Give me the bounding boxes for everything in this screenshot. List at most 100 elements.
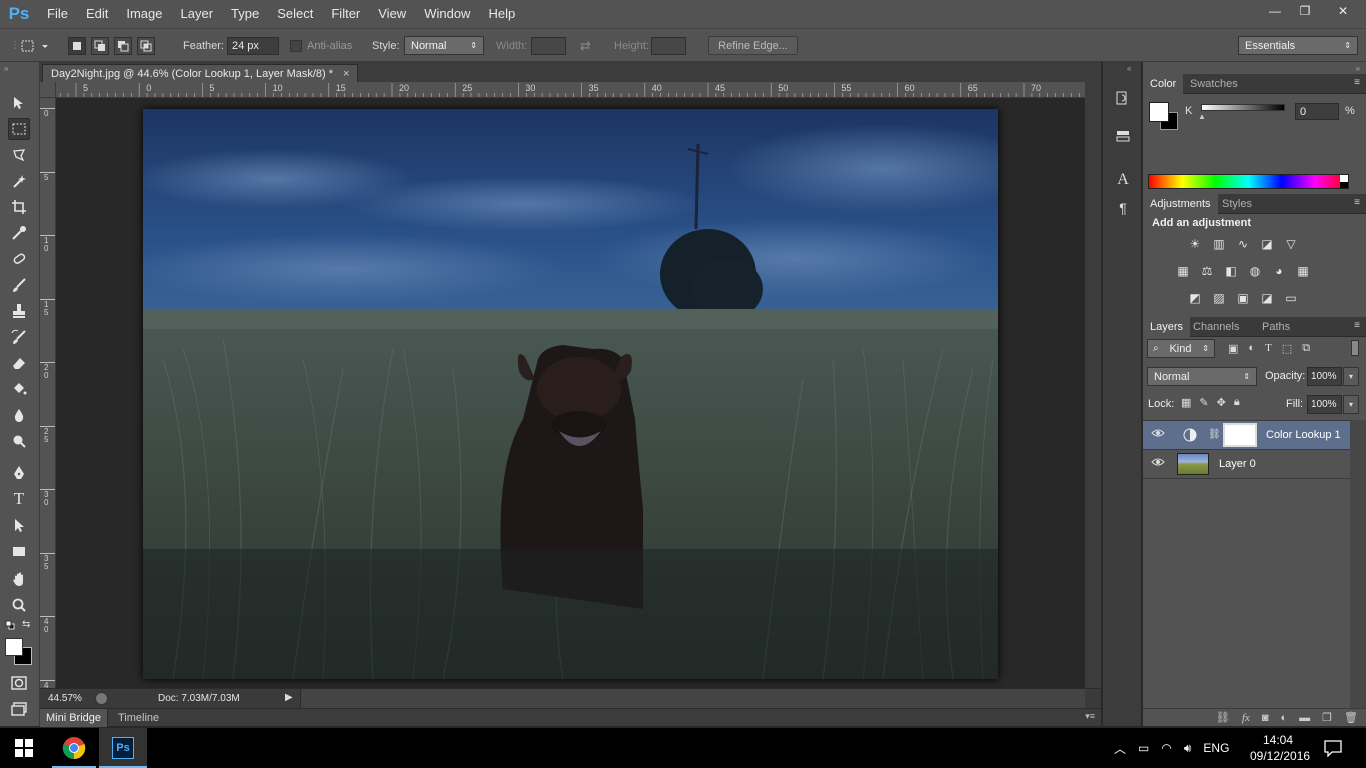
- menu-filter[interactable]: Filter: [322, 0, 369, 28]
- swap-dimensions-icon[interactable]: ⇄: [580, 29, 591, 62]
- horizontal-ruler[interactable]: 5 0 5 10 15 20 25 30 35 40 45 50 55 60 65 70: [56, 82, 1085, 98]
- tab-paths[interactable]: Paths: [1255, 317, 1297, 337]
- restore-button[interactable]: ❐: [1290, 0, 1320, 22]
- layer-mask-thumbnail[interactable]: [1223, 423, 1257, 447]
- quick-mask-icon[interactable]: [8, 672, 30, 694]
- new-layer-icon[interactable]: ❐: [1322, 711, 1332, 724]
- antialias-checkbox-box[interactable]: [290, 39, 302, 52]
- panel-menu-icon[interactable]: ≡: [1354, 197, 1360, 208]
- eyedropper-tool-icon[interactable]: [8, 222, 30, 244]
- curves-icon[interactable]: ∿: [1235, 236, 1251, 252]
- lock-transparency-icon[interactable]: ▦: [1181, 396, 1191, 409]
- menu-type[interactable]: Type: [222, 0, 268, 28]
- document-close-icon[interactable]: ×: [343, 68, 349, 80]
- magic-wand-tool-icon[interactable]: [8, 170, 30, 192]
- properties-panel-icon[interactable]: [1113, 126, 1133, 146]
- color-spectrum-ramp[interactable]: [1148, 174, 1349, 189]
- blend-mode-select[interactable]: Normal ⇕: [1147, 367, 1257, 386]
- black-white-icon[interactable]: ◧: [1223, 263, 1239, 279]
- minimize-button[interactable]: —: [1260, 0, 1290, 22]
- healing-brush-tool-icon[interactable]: [8, 248, 30, 270]
- adjustment-filter-icon[interactable]: ◐: [1248, 342, 1255, 355]
- collapse-dock-icon[interactable]: «: [1127, 64, 1131, 73]
- status-menu-arrow-icon[interactable]: ▶: [285, 692, 293, 703]
- crop-tool-icon[interactable]: [8, 196, 30, 218]
- swap-colors-icon[interactable]: ⇆: [22, 619, 30, 630]
- k-value-input[interactable]: 0: [1295, 103, 1339, 120]
- tab-swatches[interactable]: Swatches: [1183, 74, 1245, 94]
- paragraph-panel-icon[interactable]: ¶: [1113, 198, 1133, 218]
- tab-timeline[interactable]: Timeline: [112, 709, 165, 727]
- vibrance-icon[interactable]: ▽: [1283, 236, 1299, 252]
- layer-thumbnail[interactable]: [1177, 453, 1209, 475]
- collapse-toolbar-icon[interactable]: »: [4, 64, 8, 73]
- close-button[interactable]: ✕: [1320, 0, 1366, 22]
- panel-menu-icon[interactable]: ≡: [1354, 77, 1360, 88]
- fill-dropdown-icon[interactable]: ▾: [1343, 395, 1359, 414]
- subtract-selection-icon[interactable]: [114, 36, 132, 55]
- color-lookup-icon[interactable]: ▦: [1295, 263, 1311, 279]
- brush-tool-icon[interactable]: [8, 274, 30, 296]
- width-input[interactable]: [531, 36, 566, 55]
- levels-icon[interactable]: ▥: [1211, 236, 1227, 252]
- vertical-scrollbar[interactable]: [1085, 82, 1101, 688]
- opacity-dropdown-icon[interactable]: ▾: [1343, 367, 1359, 386]
- canvas-area[interactable]: [56, 98, 1085, 688]
- layers-scrollbar[interactable]: [1350, 420, 1366, 708]
- tab-adjustments[interactable]: Adjustments: [1143, 194, 1218, 214]
- link-layers-icon[interactable]: ⛓︎: [1216, 711, 1230, 724]
- move-tool-icon[interactable]: [8, 92, 30, 114]
- height-input[interactable]: [651, 36, 686, 55]
- zoom-level[interactable]: 44.57%: [48, 693, 82, 704]
- document-image[interactable]: [143, 109, 998, 679]
- menu-file[interactable]: File: [38, 0, 77, 28]
- panel-menu-icon[interactable]: ▾≡: [1085, 711, 1095, 722]
- color-balance-icon[interactable]: ⚖: [1199, 263, 1215, 279]
- lock-all-icon[interactable]: 🔒︎: [1234, 396, 1240, 409]
- rectangle-tool-icon[interactable]: [8, 540, 30, 562]
- exposure-icon[interactable]: ◪: [1259, 236, 1275, 252]
- show-hidden-icons-icon[interactable]: ︿: [1114, 740, 1126, 757]
- menu-layer[interactable]: Layer: [172, 0, 223, 28]
- status-info-icon[interactable]: [95, 692, 108, 705]
- clock[interactable]: 14:04 09/12/2016: [1250, 732, 1310, 764]
- screen-mode-icon[interactable]: [8, 698, 30, 720]
- visibility-eye-icon[interactable]: [1151, 428, 1165, 442]
- tab-mini-bridge[interactable]: Mini Bridge: [40, 709, 109, 727]
- lasso-tool-icon[interactable]: [8, 144, 30, 166]
- intersect-selection-icon[interactable]: [137, 36, 155, 55]
- gradient-map-icon[interactable]: ▭: [1283, 290, 1299, 306]
- pen-tool-icon[interactable]: [8, 462, 30, 484]
- history-brush-tool-icon[interactable]: [8, 326, 30, 348]
- layer-row-layer-0[interactable]: Layer 0: [1143, 450, 1350, 479]
- workspace-select[interactable]: Essentials ⇕: [1238, 36, 1358, 55]
- posterize-icon[interactable]: ▨: [1211, 290, 1227, 306]
- collapse-panels-icon[interactable]: »: [1356, 64, 1360, 73]
- layer-name[interactable]: Color Lookup 1: [1266, 429, 1341, 441]
- delete-layer-icon[interactable]: 🗑︎: [1344, 711, 1358, 724]
- smart-object-filter-icon[interactable]: ⧉: [1302, 342, 1310, 355]
- foreground-color-swatch[interactable]: [5, 638, 23, 656]
- k-slider-track[interactable]: [1201, 104, 1285, 111]
- blur-tool-icon[interactable]: [8, 404, 30, 426]
- selective-color-icon[interactable]: ◪: [1259, 290, 1275, 306]
- eraser-tool-icon[interactable]: [8, 352, 30, 374]
- chrome-icon[interactable]: [50, 728, 98, 768]
- brightness-icon[interactable]: ☀: [1187, 236, 1203, 252]
- threshold-icon[interactable]: ▣: [1235, 290, 1251, 306]
- channel-mixer-icon[interactable]: ◕: [1271, 263, 1287, 279]
- menu-help[interactable]: Help: [479, 0, 524, 28]
- new-selection-icon[interactable]: [68, 36, 86, 55]
- battery-icon[interactable]: ▭: [1138, 741, 1149, 755]
- path-selection-tool-icon[interactable]: [8, 514, 30, 536]
- antialias-checkbox[interactable]: Anti-alias: [290, 29, 352, 62]
- hue-saturation-icon[interactable]: ▦: [1175, 263, 1191, 279]
- type-filter-icon[interactable]: T: [1265, 342, 1272, 355]
- action-center-icon[interactable]: [1324, 739, 1342, 760]
- zoom-tool-icon[interactable]: [8, 594, 30, 616]
- fill-input[interactable]: 100%: [1307, 395, 1342, 414]
- default-colors-icon[interactable]: [5, 620, 15, 630]
- wifi-icon[interactable]: ◠: [1161, 741, 1171, 755]
- tab-color[interactable]: Color: [1143, 74, 1184, 94]
- add-selection-icon[interactable]: [91, 36, 109, 55]
